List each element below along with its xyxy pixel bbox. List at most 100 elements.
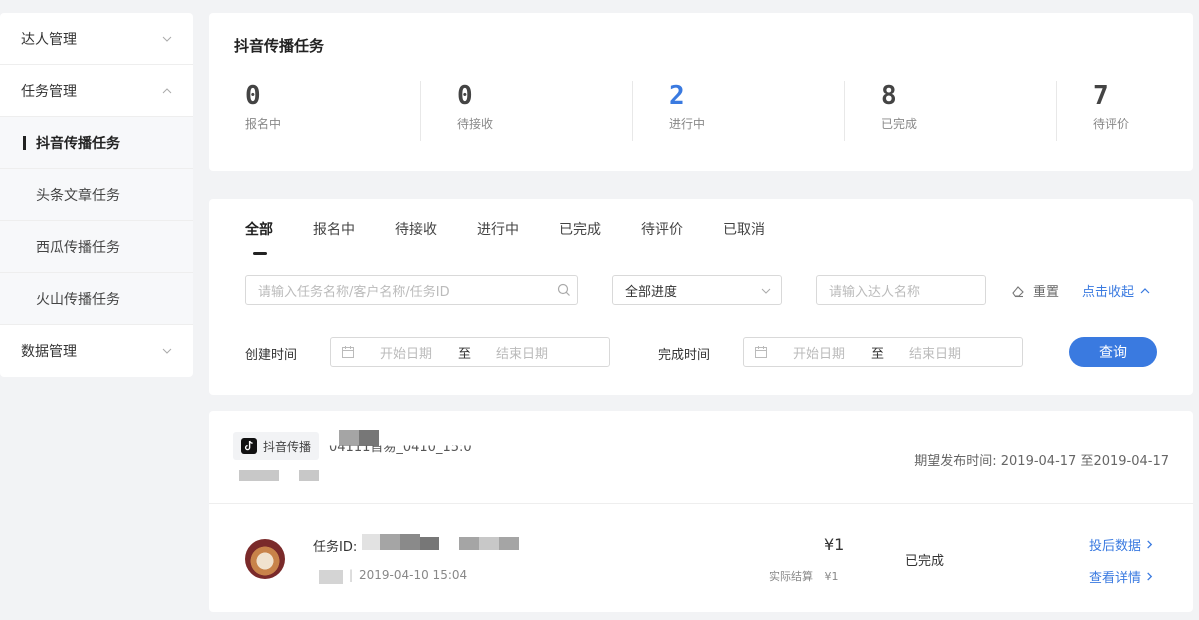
stat-value: 7 <box>1093 81 1109 111</box>
range-separator: 至 <box>871 346 885 362</box>
sidebar-item-xigua-task[interactable]: 西瓜传播任务 <box>0 221 193 273</box>
redacted-block <box>319 570 343 584</box>
redacted-block <box>499 537 519 550</box>
actual-settlement-value: ¥1 <box>824 570 839 583</box>
sidebar-item-label: 火山传播任务 <box>36 291 120 308</box>
tab-cancelled[interactable]: 已取消 <box>723 219 765 255</box>
stat-value: 0 <box>245 81 261 111</box>
query-button[interactable]: 查询 <box>1069 337 1157 367</box>
sidebar-item-toutiao-task[interactable]: 头条文章任务 <box>0 169 193 221</box>
sidebar-group-talent[interactable]: 达人管理 <box>0 13 193 65</box>
chevron-right-icon <box>1147 540 1153 549</box>
stat-value: 8 <box>881 81 897 111</box>
douyin-logo-icon <box>241 438 257 454</box>
chevron-right-icon <box>1147 572 1153 581</box>
task-status: 已完成 <box>905 554 945 569</box>
stat-completed[interactable]: 8 已完成 <box>845 81 1057 141</box>
range-separator: 至 <box>458 346 472 362</box>
tab-pending-review[interactable]: 待评价 <box>641 219 683 255</box>
sidebar-item-douyin-task[interactable]: 抖音传播任务 <box>0 117 193 169</box>
tab-pending-accept[interactable]: 待接收 <box>395 219 437 255</box>
actual-settlement-label: 实际结算 <box>769 570 813 583</box>
stat-label: 进行中 <box>669 117 706 131</box>
post-data-label: 投后数据 <box>1089 539 1142 554</box>
expected-publish-time: 期望发布时间: 2019-04-17 至2019-04-17 <box>914 454 1169 469</box>
collapse-label: 点击收起 <box>1082 285 1135 300</box>
end-date-input[interactable]: 结束日期 <box>496 343 548 362</box>
redacted-block <box>239 470 279 481</box>
chevron-down-icon <box>761 288 771 294</box>
task-price: ¥1 <box>824 535 845 554</box>
create-time-range[interactable]: 开始日期 至 结束日期 <box>330 337 610 367</box>
stat-label: 待接收 <box>457 117 494 131</box>
progress-select[interactable]: 全部进度 <box>612 275 782 305</box>
redacted-block <box>479 537 499 550</box>
start-date-input[interactable]: 开始日期 <box>380 343 432 362</box>
search-icon[interactable] <box>557 283 571 297</box>
stats-card: 抖音传播任务 0 报名中 0 待接收 2 进行中 8 已完成 7 待评价 <box>209 13 1193 171</box>
divider: | <box>349 568 354 582</box>
stat-label: 报名中 <box>245 117 282 131</box>
eraser-icon <box>1012 285 1024 297</box>
page-title: 抖音传播任务 <box>234 37 325 55</box>
chevron-down-icon <box>162 346 172 356</box>
post-data-link[interactable]: 投后数据 <box>1089 535 1154 554</box>
task-created-time: 2019-04-10 15:04 <box>359 568 468 582</box>
chevron-down-icon <box>162 34 172 44</box>
sidebar-group-label: 数据管理 <box>21 344 77 360</box>
start-date-input[interactable]: 开始日期 <box>793 343 845 362</box>
sidebar-item-label: 头条文章任务 <box>36 187 120 204</box>
sidebar-group-data[interactable]: 数据管理 <box>0 325 193 377</box>
tab-completed[interactable]: 已完成 <box>559 219 601 255</box>
tab-signup[interactable]: 报名中 <box>313 219 355 255</box>
redacted-block <box>400 534 420 550</box>
task-header: 抖音传播 04111首易_0410_15:0 期望发布时间: 2019-04-1… <box>209 411 1193 504</box>
status-tabs: 全部 报名中 待接收 进行中 已完成 待评价 已取消 <box>245 219 805 255</box>
talent-name-input[interactable]: 请输入达人名称 <box>816 275 986 305</box>
end-date-input[interactable]: 结束日期 <box>909 343 961 362</box>
stat-label: 已完成 <box>881 117 918 131</box>
avatar <box>245 539 285 579</box>
finish-time-label: 完成时间 <box>658 348 711 363</box>
stat-label: 待评价 <box>1093 117 1130 131</box>
chevron-up-icon <box>162 86 172 96</box>
filter-card: 全部 报名中 待接收 进行中 已完成 待评价 已取消 请输入任务名称/客户名称/… <box>209 199 1193 395</box>
tab-all[interactable]: 全部 <box>245 219 273 255</box>
redacted-block <box>380 534 400 550</box>
platform-badge-label: 抖音传播 <box>263 439 312 454</box>
create-time-label: 创建时间 <box>245 348 298 363</box>
calendar-icon <box>342 346 354 358</box>
sidebar-group-task[interactable]: 任务管理 <box>0 65 193 117</box>
task-id-label: 任务ID: <box>313 540 358 555</box>
platform-badge: 抖音传播 <box>233 432 320 460</box>
stat-pending-review[interactable]: 7 待评价 <box>1057 81 1193 141</box>
reset-button[interactable]: 重置 <box>1011 281 1059 300</box>
collapse-toggle[interactable]: 点击收起 <box>1082 281 1150 300</box>
redacted-block <box>362 534 380 550</box>
redacted-block <box>339 430 359 446</box>
sidebar-item-label: 抖音传播任务 <box>36 135 120 152</box>
redacted-block <box>459 537 479 550</box>
chevron-up-icon <box>1140 287 1150 293</box>
search-input[interactable]: 请输入任务名称/客户名称/任务ID <box>245 275 578 305</box>
sidebar-group-label: 任务管理 <box>21 83 77 100</box>
stat-pending-accept[interactable]: 0 待接收 <box>421 81 633 141</box>
calendar-icon <box>755 346 767 358</box>
stat-value: 2 <box>669 81 685 111</box>
finish-time-range[interactable]: 开始日期 至 结束日期 <box>743 337 1023 367</box>
redacted-block <box>420 537 439 550</box>
redacted-block <box>299 470 319 481</box>
sidebar-item-label: 西瓜传播任务 <box>36 239 120 256</box>
stat-signup[interactable]: 0 报名中 <box>209 81 421 141</box>
tab-in-progress[interactable]: 进行中 <box>477 219 519 255</box>
reset-label: 重置 <box>1033 285 1060 300</box>
sidebar-item-huoshan-task[interactable]: 火山传播任务 <box>0 273 193 325</box>
stat-in-progress[interactable]: 2 进行中 <box>633 81 845 141</box>
search-placeholder: 请输入任务名称/客户名称/任务ID <box>258 284 450 300</box>
actual-settlement: 实际结算 ¥1 <box>769 568 839 584</box>
stat-value: 0 <box>457 81 473 111</box>
progress-select-value: 全部进度 <box>625 284 678 300</box>
stats-row: 0 报名中 0 待接收 2 进行中 8 已完成 7 待评价 <box>209 81 1193 147</box>
view-detail-link[interactable]: 查看详情 <box>1089 567 1154 586</box>
sidebar-group-label: 达人管理 <box>21 31 77 48</box>
